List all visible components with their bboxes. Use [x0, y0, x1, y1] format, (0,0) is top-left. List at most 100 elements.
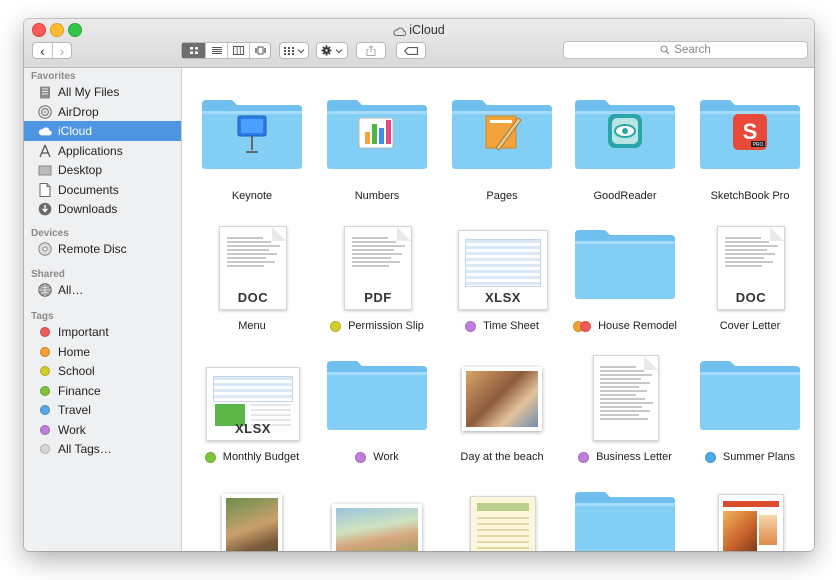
sidebar: Favorites All My Files AirDrop iCloud Applic…: [24, 68, 182, 551]
file-item-item-18[interactable]: [442, 480, 562, 551]
file-item-keynote[interactable]: Keynote: [192, 88, 312, 212]
file-icon-grid: Keynote Numbers Pages GoodReader S PRO SketchB…: [182, 68, 814, 551]
file-name: Pages: [486, 190, 518, 202]
tag-dots-icon: [465, 320, 481, 332]
sidebar-item-finance[interactable]: Finance: [24, 381, 181, 401]
file-item-item-19[interactable]: [565, 480, 685, 551]
tag-dots-icon: [704, 451, 721, 463]
sidebar-item-all-my-files[interactable]: All My Files: [24, 82, 181, 102]
folder-icon: [575, 224, 675, 316]
file-label[interactable]: Keynote: [182, 188, 322, 204]
icloud-icon: [38, 124, 52, 138]
file-item-item-16[interactable]: [192, 480, 312, 551]
window-title-text: iCloud: [409, 23, 445, 37]
file-name: Menu: [238, 320, 266, 332]
icon-view-button[interactable]: [182, 43, 205, 58]
file-item-time-sheet[interactable]: XLSX Time Sheet: [442, 218, 562, 342]
tag-color-dot-icon: [40, 366, 50, 376]
sidebar-item-important[interactable]: Important: [24, 322, 181, 342]
list-view-button[interactable]: [205, 43, 227, 58]
sidebar-item-desktop[interactable]: Desktop: [24, 160, 181, 180]
document-icon: PDF: [327, 224, 427, 316]
file-name: Cover Letter: [719, 320, 781, 332]
file-label[interactable]: House Remodel: [555, 318, 695, 334]
tag-color-dot-icon: [40, 444, 50, 454]
file-item-numbers[interactable]: Numbers: [317, 88, 437, 212]
sidebar-item-home[interactable]: Home: [24, 342, 181, 362]
tag-dots-icon: [578, 451, 594, 463]
search-field[interactable]: Search: [563, 41, 808, 59]
sidebar-item-airdrop[interactable]: AirDrop: [24, 102, 181, 122]
sidebar-item-label: Home: [58, 344, 91, 359]
sidebar-item-travel[interactable]: Travel: [24, 400, 181, 420]
view-mode-control: [181, 42, 271, 59]
sidebar-item-label: All My Files: [58, 85, 120, 99]
cover-flow-icon: [254, 46, 266, 55]
sidebar-item-label: Documents: [58, 182, 119, 197]
file-item-business-letter[interactable]: Business Letter: [565, 349, 685, 473]
sidebar-item-downloads[interactable]: Downloads: [24, 199, 181, 219]
file-label[interactable]: Monthly Budget: [182, 449, 322, 465]
sidebar-item-applications[interactable]: Applications: [24, 141, 181, 161]
search-icon: [660, 45, 670, 55]
sidebar-item-work[interactable]: Work: [24, 420, 181, 440]
tag-color-dot-icon: [40, 424, 50, 435]
file-item-day-at-the-beach[interactable]: Day at the beach: [442, 349, 562, 473]
file-item-item-17[interactable]: [317, 480, 437, 551]
sidebar-item-label: iCloud: [58, 124, 93, 138]
cover-flow-button[interactable]: [249, 43, 270, 58]
numbers-folder-icon: [327, 94, 427, 186]
file-item-work[interactable]: Work: [317, 349, 437, 473]
file-item-house-remodel[interactable]: House Remodel: [565, 218, 685, 342]
file-item-summer-plans[interactable]: Summer Plans: [690, 349, 810, 473]
sidebar-item-remote-disc[interactable]: Remote Disc: [24, 239, 181, 259]
edit-tags-button[interactable]: [396, 42, 426, 59]
sidebar-item-all-tags[interactable]: All Tags…: [24, 439, 181, 459]
sidebar-item-documents[interactable]: Documents: [24, 180, 181, 200]
file-name: SketchBook Pro: [710, 190, 790, 202]
file-label[interactable]: GoodReader: [555, 188, 695, 204]
file-label[interactable]: Work: [307, 449, 447, 465]
file-item-permission-slip[interactable]: PDF Permission Slip: [317, 218, 437, 342]
arrange-button[interactable]: [279, 42, 309, 59]
folder-icon: [575, 486, 675, 551]
share-button[interactable]: [356, 42, 386, 59]
forward-button[interactable]: ›: [51, 43, 71, 59]
sidebar-item-label: All Tags…: [58, 442, 112, 456]
column-view-button[interactable]: [227, 43, 249, 58]
file-item-cover-letter[interactable]: DOC Cover Letter: [690, 218, 810, 342]
file-item-menu[interactable]: DOC Menu: [192, 218, 312, 342]
sketchbook-folder-icon: S PRO: [700, 94, 800, 186]
pages-folder-icon: [452, 94, 552, 186]
file-label[interactable]: Summer Plans: [680, 449, 814, 465]
icon-view-icon: [189, 47, 198, 54]
file-label[interactable]: Menu: [182, 318, 322, 334]
brochure-thumbnail: [452, 486, 552, 551]
file-item-pages[interactable]: Pages: [442, 88, 562, 212]
sidebar-item-icloud[interactable]: iCloud: [24, 121, 181, 141]
file-label[interactable]: Cover Letter: [680, 318, 814, 334]
file-label[interactable]: Permission Slip: [307, 318, 447, 334]
file-label[interactable]: Business Letter: [555, 449, 695, 465]
file-item-sketchbook-pro[interactable]: S PRO SketchBook Pro: [690, 88, 810, 212]
file-name: Work: [373, 451, 399, 463]
file-label[interactable]: Time Sheet: [432, 318, 572, 334]
tag-color-dot-icon: [40, 346, 50, 357]
svg-text:S: S: [743, 119, 758, 144]
file-label[interactable]: Numbers: [307, 188, 447, 204]
sidebar-item-school[interactable]: School: [24, 361, 181, 381]
sidebar-item-all[interactable]: All…: [24, 280, 181, 300]
file-label[interactable]: Day at the beach: [432, 449, 572, 465]
file-item-monthly-budget[interactable]: XLSX Monthly Budget: [192, 349, 312, 473]
file-item-goodreader[interactable]: GoodReader: [565, 88, 685, 212]
sidebar-item-label: Important: [58, 325, 109, 339]
action-menu-button[interactable]: [316, 42, 348, 59]
back-button[interactable]: ‹: [33, 43, 52, 59]
sidebar-item-label: Downloads: [58, 202, 118, 216]
file-label[interactable]: SketchBook Pro: [680, 188, 814, 204]
sidebar-item-label: Work: [58, 422, 86, 437]
file-label[interactable]: Pages: [432, 188, 572, 204]
file-item-item-20[interactable]: [690, 480, 810, 551]
photo-thumbnail: [327, 486, 427, 551]
remote-disc-icon: [38, 242, 52, 256]
